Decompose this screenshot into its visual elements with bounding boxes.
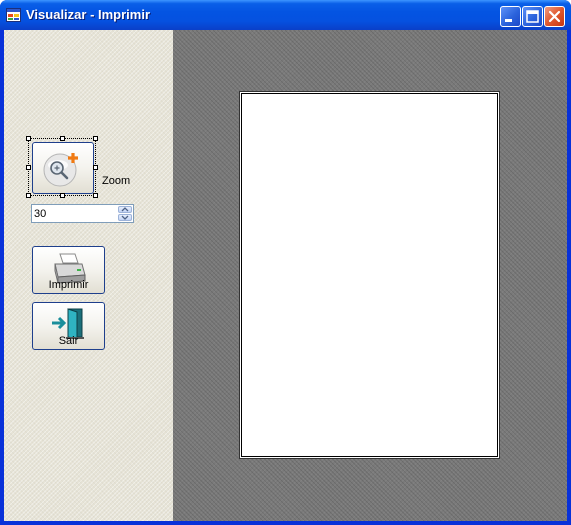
exit-button[interactable]: Sair xyxy=(32,302,105,350)
resize-handle[interactable] xyxy=(93,193,98,198)
zoom-in-icon xyxy=(43,153,78,187)
zoom-input[interactable] xyxy=(34,206,114,221)
resize-handle[interactable] xyxy=(26,165,31,170)
minimize-icon xyxy=(505,19,512,22)
minimize-button[interactable] xyxy=(500,6,521,27)
arrow-up-icon xyxy=(121,207,129,212)
title-bar[interactable]: Visualizar - Imprimir xyxy=(0,0,571,30)
app-window: Visualizar - Imprimir Zoom 30 Imprimir S… xyxy=(0,0,571,525)
resize-handle[interactable] xyxy=(60,136,65,141)
application-form-icon xyxy=(6,8,21,22)
print-button[interactable]: Imprimir xyxy=(32,246,105,294)
print-button-label: Imprimir xyxy=(48,279,89,291)
stepper-buttons xyxy=(118,206,132,221)
stepper-up-button[interactable] xyxy=(118,206,132,213)
zoom-stepper[interactable] xyxy=(31,204,134,223)
zoom-button[interactable] xyxy=(32,142,94,194)
close-button[interactable] xyxy=(544,6,565,27)
zoom-label: Zoom xyxy=(102,175,131,187)
maximize-button[interactable] xyxy=(522,6,543,27)
exit-button-label: Sair xyxy=(58,335,79,347)
sidebar: Zoom 30 Imprimir Sair xyxy=(4,30,173,521)
preview-page xyxy=(241,93,498,457)
maximize-icon xyxy=(526,10,539,23)
resize-handle[interactable] xyxy=(93,136,98,141)
window-bottom-border xyxy=(0,521,571,525)
arrow-down-icon xyxy=(121,215,129,220)
print-preview-area[interactable] xyxy=(173,30,567,521)
window-title: Visualizar - Imprimir xyxy=(26,7,151,22)
resize-handle[interactable] xyxy=(26,193,31,198)
client-area: Zoom 30 Imprimir Sair xyxy=(4,30,567,521)
resize-handle[interactable] xyxy=(26,136,31,141)
close-icon xyxy=(548,10,561,23)
stepper-down-button[interactable] xyxy=(118,214,132,221)
